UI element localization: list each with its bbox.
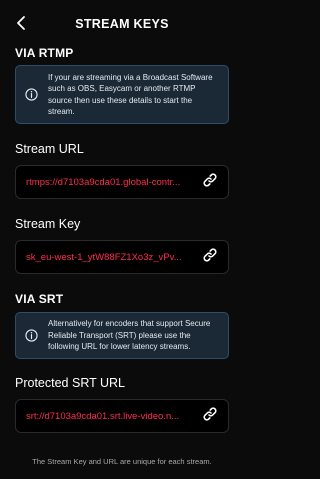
back-button[interactable] (10, 14, 32, 36)
stream-url-value[interactable]: rtmps://d7103a9cda01.global-contr... (26, 177, 194, 188)
rtmp-info-text: If your are streaming via a Broadcast So… (48, 72, 213, 117)
copy-srt-url-button[interactable] (200, 406, 220, 426)
link-icon (202, 247, 218, 268)
stream-url-field[interactable]: rtmps://d7103a9cda01.global-contr... (15, 165, 229, 199)
srt-info-box: Alternatively for encoders that support … (15, 312, 229, 359)
protected-srt-url-value[interactable]: srt://d7103a9cda01.srt.live-video.n... (26, 411, 194, 422)
protected-srt-url-label: Protected SRT URL (15, 376, 126, 390)
copy-stream-url-button[interactable] (200, 172, 220, 192)
protected-srt-url-field[interactable]: srt://d7103a9cda01.srt.live-video.n... (15, 399, 229, 433)
stream-key-value[interactable]: sk_eu-west-1_ytW88FZ1Xo3z_vPv... (26, 252, 194, 263)
header: STREAM KEYS (0, 10, 244, 38)
stream-key-field[interactable]: sk_eu-west-1_ytW88FZ1Xo3z_vPv... (15, 240, 229, 274)
info-circle-icon (24, 329, 38, 343)
info-circle-icon (24, 88, 38, 102)
chevron-left-icon (15, 15, 27, 36)
page-title: STREAM KEYS (75, 17, 169, 31)
stream-url-label: Stream URL (15, 142, 84, 156)
srt-section-title: VIA SRT (15, 292, 64, 306)
footer-note: The Stream Key and URL are unique for ea… (32, 457, 212, 466)
srt-info-text: Alternatively for encoders that support … (48, 319, 211, 352)
link-icon (202, 406, 218, 427)
link-icon (202, 172, 218, 193)
copy-stream-key-button[interactable] (200, 247, 220, 267)
rtmp-section-title: VIA RTMP (15, 46, 74, 60)
rtmp-info-box: If your are streaming via a Broadcast So… (15, 65, 229, 124)
stream-keys-screen: STREAM KEYS VIA RTMP If your are streami… (0, 0, 244, 479)
stream-key-label: Stream Key (15, 217, 81, 231)
